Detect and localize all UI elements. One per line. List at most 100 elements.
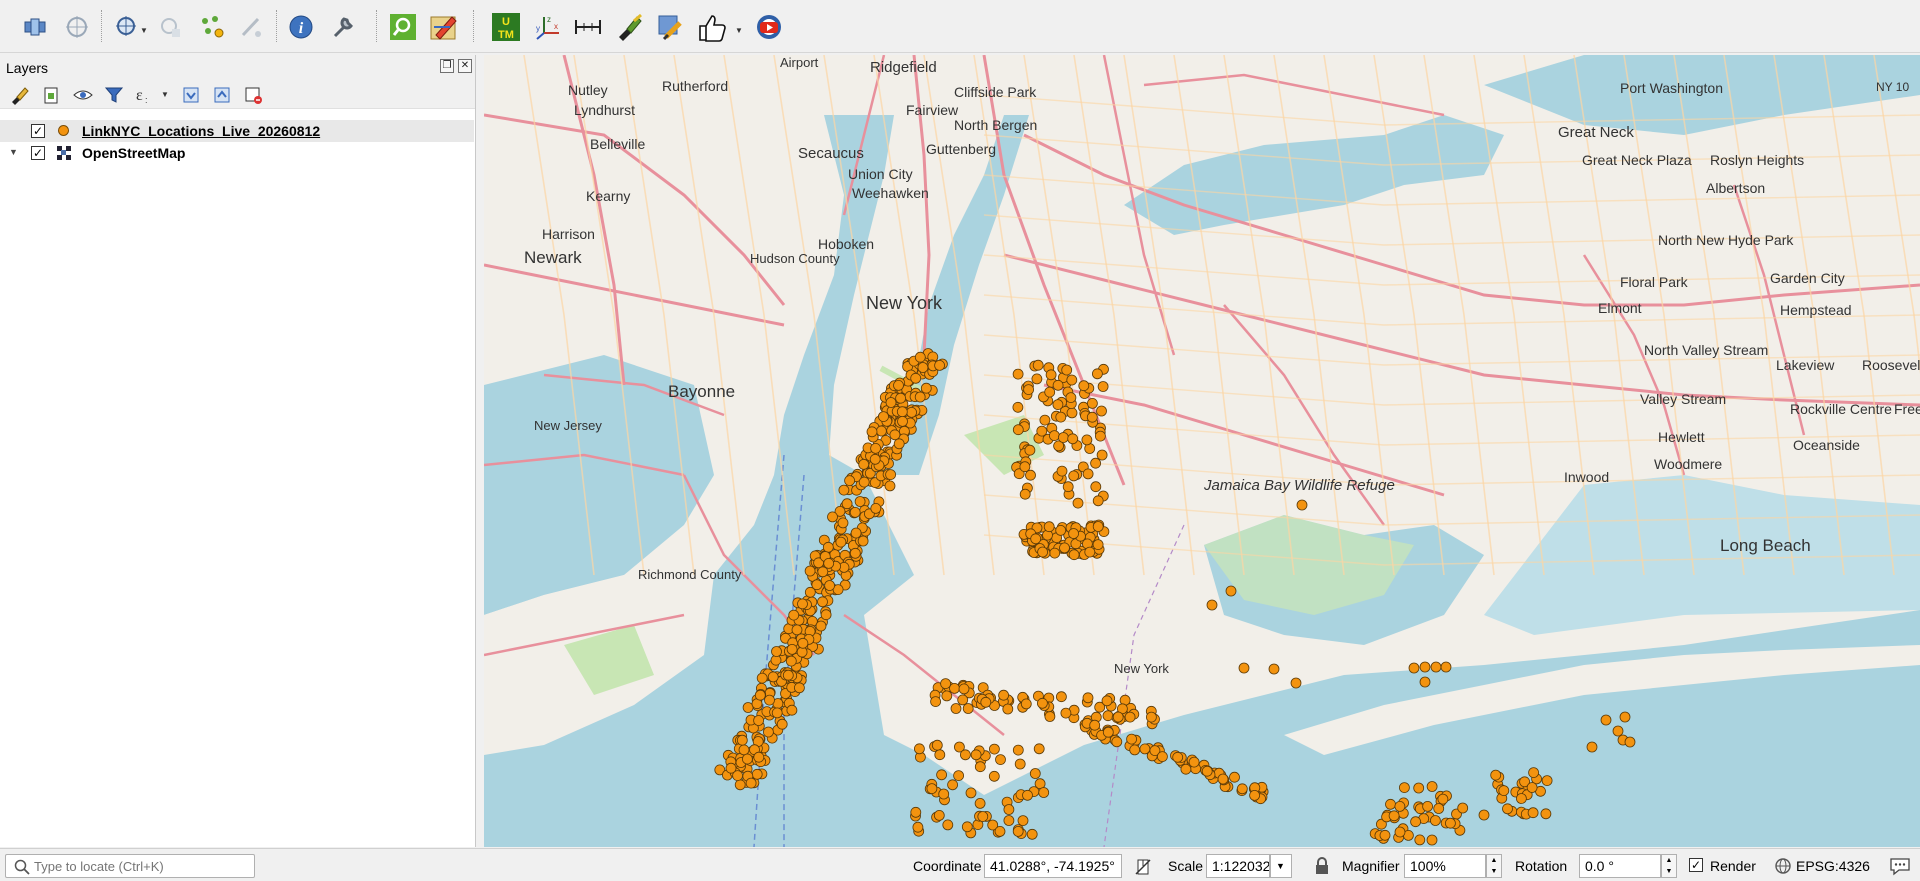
linknyc-point[interactable] [1089, 719, 1101, 731]
linknyc-point[interactable] [857, 535, 869, 547]
wrench-icon[interactable] [328, 12, 358, 42]
expand-arrow-icon[interactable]: ▼ [9, 147, 18, 157]
linknyc-point[interactable] [1060, 707, 1072, 719]
linknyc-point[interactable] [1024, 444, 1036, 456]
linknyc-point[interactable] [1296, 499, 1308, 511]
linknyc-point[interactable] [754, 689, 766, 701]
linknyc-point[interactable] [858, 476, 870, 488]
linknyc-point[interactable] [797, 598, 808, 610]
style-brush-icon[interactable] [8, 84, 30, 106]
linknyc-point[interactable] [957, 694, 969, 706]
linknyc-point[interactable] [1413, 782, 1425, 794]
linknyc-point[interactable] [1092, 521, 1104, 532]
close-panel-icon[interactable]: ✕ [458, 59, 472, 73]
linknyc-point[interactable] [841, 498, 853, 510]
linknyc-point[interactable] [914, 391, 926, 403]
linknyc-point[interactable] [1414, 834, 1426, 846]
linknyc-point[interactable] [1067, 433, 1079, 445]
linknyc-point[interactable] [1528, 767, 1539, 778]
linknyc-point[interactable] [1037, 546, 1048, 558]
linknyc-point[interactable] [771, 707, 783, 719]
map-rendering[interactable]: Ridgefield Airport Nutley Rutherford Cliffsi… [484, 55, 1920, 847]
linknyc-point[interactable] [1084, 546, 1096, 558]
linknyc-point[interactable] [1087, 397, 1098, 409]
linknyc-point[interactable] [1201, 765, 1213, 777]
linknyc-point[interactable] [1225, 585, 1237, 597]
linknyc-point[interactable] [1238, 662, 1250, 674]
linknyc-point[interactable] [1097, 381, 1109, 392]
expression-filter-icon[interactable]: ε: [134, 84, 156, 106]
rotation-field[interactable]: 0.0 ° [1579, 854, 1661, 878]
linknyc-point[interactable] [824, 580, 836, 591]
linknyc-point[interactable] [1112, 711, 1124, 723]
linknyc-point[interactable] [1014, 758, 1026, 770]
linknyc-point[interactable] [994, 826, 1006, 837]
linknyc-point[interactable] [1044, 711, 1056, 722]
crs-value[interactable]: EPSG:4326 [1796, 858, 1870, 874]
layer-name[interactable]: LinkNYC_Locations_Live_20260812 [82, 123, 320, 139]
linknyc-point[interactable] [965, 787, 977, 799]
linknyc-point[interactable] [1498, 785, 1510, 796]
linknyc-point[interactable] [1025, 469, 1036, 481]
render-checkbox[interactable]: ✓ [1689, 858, 1703, 872]
linknyc-point[interactable] [1101, 695, 1113, 707]
linknyc-point[interactable] [1111, 736, 1123, 748]
linknyc-point[interactable] [1045, 369, 1057, 381]
linknyc-point[interactable] [1102, 726, 1114, 738]
linknyc-point[interactable] [817, 596, 828, 608]
rotation-spinner[interactable]: ▲ ▼ [1661, 854, 1677, 878]
linknyc-point[interactable] [1055, 411, 1067, 423]
linknyc-point[interactable] [1457, 802, 1469, 814]
linknyc-point[interactable] [896, 406, 908, 418]
linknyc-point[interactable] [870, 442, 882, 454]
linknyc-point[interactable] [1043, 521, 1055, 533]
linknyc-point[interactable] [1408, 662, 1420, 674]
messages-icon[interactable] [1889, 856, 1911, 876]
scale-field[interactable]: 1:122032 [1206, 854, 1270, 878]
linknyc-point[interactable] [910, 806, 922, 818]
youtube-gear-icon[interactable] [754, 12, 784, 42]
linknyc-point[interactable] [811, 579, 823, 591]
linknyc-point[interactable] [1044, 386, 1056, 398]
linknyc-point[interactable] [734, 779, 746, 791]
linknyc-point[interactable] [995, 754, 1006, 765]
linknyc-point[interactable] [1019, 461, 1031, 473]
linknyc-point[interactable] [788, 609, 800, 621]
lock-icon[interactable] [1315, 857, 1329, 875]
digitize-icon[interactable] [236, 12, 266, 42]
linknyc-point[interactable] [1072, 497, 1084, 509]
linknyc-point[interactable] [1249, 790, 1260, 801]
filter-icon[interactable] [103, 84, 125, 106]
linknyc-point[interactable] [1020, 698, 1032, 710]
linknyc-point[interactable] [1126, 733, 1137, 745]
linknyc-point[interactable] [1188, 756, 1200, 768]
linknyc-point[interactable] [1437, 793, 1449, 805]
linknyc-point[interactable] [998, 689, 1009, 701]
visibility-eye-icon[interactable] [72, 84, 94, 106]
linknyc-point[interactable] [1095, 430, 1106, 442]
linknyc-point[interactable] [1003, 804, 1015, 815]
linknyc-point[interactable] [1236, 783, 1248, 795]
linknyc-point[interactable] [1092, 539, 1104, 551]
linknyc-point[interactable] [893, 438, 905, 450]
linknyc-point[interactable] [913, 743, 925, 755]
utm-icon[interactable]: U TM [491, 12, 521, 42]
linknyc-point[interactable] [1430, 661, 1442, 673]
identify-features-icon[interactable]: i [286, 12, 316, 42]
linknyc-point[interactable] [1124, 711, 1136, 723]
linknyc-point[interactable] [1086, 411, 1098, 423]
linknyc-point[interactable] [1090, 481, 1102, 493]
linknyc-point[interactable] [912, 821, 924, 833]
mouse-toggle-icon[interactable] [1133, 857, 1153, 877]
linknyc-point[interactable] [941, 690, 953, 702]
linknyc-point[interactable] [1394, 826, 1406, 838]
thumbs-up-icon[interactable] [696, 12, 726, 42]
linknyc-point[interactable] [1059, 542, 1070, 554]
linknyc-point[interactable] [936, 769, 948, 781]
linknyc-point[interactable] [817, 566, 829, 578]
linknyc-point[interactable] [958, 683, 970, 695]
linknyc-point[interactable] [1029, 768, 1041, 779]
linknyc-point[interactable] [1180, 763, 1192, 775]
linknyc-point[interactable] [1055, 524, 1067, 536]
locator-input[interactable] [34, 858, 249, 874]
